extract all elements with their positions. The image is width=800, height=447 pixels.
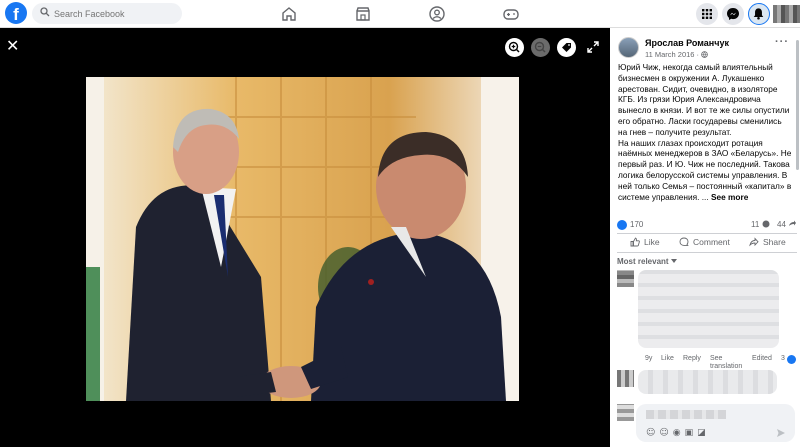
post-date-text: 11 March 2016 · (645, 50, 702, 59)
post-date[interactable]: 11 March 2016 · (645, 50, 708, 59)
like-button[interactable]: Like (630, 237, 660, 247)
menu-button[interactable] (696, 3, 718, 25)
comment-bubble (638, 370, 777, 394)
see-more-link[interactable]: See more (711, 192, 748, 202)
photo-illustration (86, 77, 519, 401)
see-translation-link[interactable]: See translation (710, 355, 742, 371)
reactions-summary: 170 11 44 (617, 219, 797, 233)
like-reaction-icon[interactable] (617, 220, 627, 230)
comment-edited-label: Edited (752, 355, 772, 362)
menu-grid-icon (702, 9, 712, 19)
post-text-line: ней только Семья – постоянный «капитал» … (618, 180, 792, 191)
marketplace-icon[interactable] (354, 5, 372, 23)
globe-icon (701, 51, 708, 58)
commenter-avatar[interactable] (617, 270, 634, 287)
post-text-line: первый раз. И Ю. Чиж не последний. Таков… (618, 159, 790, 170)
comment-icon (762, 220, 770, 228)
comment-reaction-icon (787, 355, 796, 364)
messenger-button[interactable] (722, 3, 744, 25)
comment-sort-dropdown[interactable]: Most relevant (617, 257, 677, 266)
zoom-out-icon (534, 41, 546, 53)
comment-reaction-count[interactable]: 3 (781, 355, 785, 362)
gif-icon[interactable]: ▣ (685, 428, 698, 438)
facebook-logo[interactable]: f (5, 2, 27, 24)
share-count-value: 44 (777, 220, 786, 229)
sort-label: Most relevant (617, 257, 669, 266)
search-input[interactable] (54, 5, 174, 22)
divider (617, 233, 797, 234)
comment-reply-link[interactable]: Reply (683, 355, 701, 362)
send-icon[interactable] (776, 428, 786, 438)
post-text-line: логика белорусской системы управления. В (618, 169, 788, 180)
commenter-avatar[interactable] (617, 370, 634, 387)
comment-age[interactable]: 9y (645, 355, 652, 362)
post-text-line: На наших глазах происходит ротация (618, 137, 763, 148)
messenger-icon (727, 8, 739, 20)
close-icon[interactable]: ✕ (6, 36, 19, 55)
comment-tools: ☺☺◉▣◪ (646, 428, 710, 438)
like-label: Like (644, 237, 660, 247)
author-name[interactable]: Ярослав Романчук (645, 38, 729, 48)
comment-count-value: 11 (751, 220, 760, 229)
home-icon[interactable] (280, 5, 298, 23)
bell-icon (753, 8, 764, 20)
share-button[interactable]: Share (749, 237, 786, 247)
groups-icon[interactable] (428, 5, 446, 23)
comment-count[interactable]: 11 (751, 220, 770, 229)
fullscreen-icon[interactable] (587, 41, 599, 53)
emoji-icon[interactable]: ☺ (659, 428, 672, 438)
comment-placeholder-blur (646, 410, 726, 419)
see-translation-line-2: translation (710, 363, 743, 370)
author-avatar[interactable] (618, 37, 639, 58)
post-options-button[interactable]: ··· (775, 36, 789, 48)
account-avatar[interactable] (773, 5, 800, 23)
tag-button[interactable] (557, 38, 576, 57)
zoom-out-button[interactable] (531, 38, 550, 57)
camera-icon[interactable]: ◉ (673, 428, 685, 438)
notifications-button[interactable] (748, 3, 770, 25)
sticker-icon[interactable]: ◪ (697, 428, 710, 438)
gaming-icon[interactable] (502, 5, 520, 23)
post-text-line: наёмных менеджеров в ЗАО «Беларусь». Не (618, 148, 792, 159)
share-icon (749, 237, 759, 247)
post-text-line: арестован. Сидит, очевидно, в изоляторе (618, 83, 778, 94)
reaction-count[interactable]: 170 (630, 220, 643, 229)
divider (617, 252, 797, 253)
chevron-down-icon (670, 259, 677, 263)
avatar-sticker-icon[interactable]: ☺ (646, 428, 659, 438)
post-text-line: вынесло в князи. И вот те же силы опусти… (618, 105, 790, 116)
comment-label: Comment (693, 237, 730, 247)
comment-button[interactable]: Comment (679, 237, 730, 247)
post-text-line: Юрий Чиж, некогда самый влиятельный (618, 62, 773, 72)
share-label: Share (763, 237, 786, 247)
share-icon (789, 220, 797, 226)
post-text-last-line: системе управления. ... See more (618, 192, 796, 203)
zoom-in-icon (508, 41, 520, 53)
search-icon (40, 7, 50, 17)
see-translation-line-1: See (710, 355, 723, 362)
post-text: Юрий Чиж, некогда самый влиятельный бизн… (618, 62, 796, 202)
comment-bubble (638, 270, 779, 348)
share-count[interactable]: 44 (777, 220, 797, 229)
post-photo (86, 77, 519, 401)
search-box[interactable] (32, 3, 182, 24)
scrollbar[interactable] (796, 40, 799, 170)
post-text-line: системе управления. ... (618, 191, 711, 202)
post-text-line: его обратно. Ласки государевы сменились (618, 115, 782, 126)
top-navigation-bar: f (0, 0, 800, 28)
post-text-line: КГБ. Из грязи Юрия Александровича (618, 94, 761, 105)
zoom-in-button[interactable] (505, 38, 524, 57)
like-icon (630, 237, 640, 247)
comment-like-link[interactable]: Like (661, 355, 674, 362)
post-text-line: на гнев – получите результат. (618, 126, 732, 137)
current-user-avatar (617, 404, 634, 421)
post-text-line: бизнесмен в окружении А. Лукашенко (618, 72, 765, 83)
tag-icon (562, 43, 571, 52)
comment-icon (679, 237, 689, 246)
